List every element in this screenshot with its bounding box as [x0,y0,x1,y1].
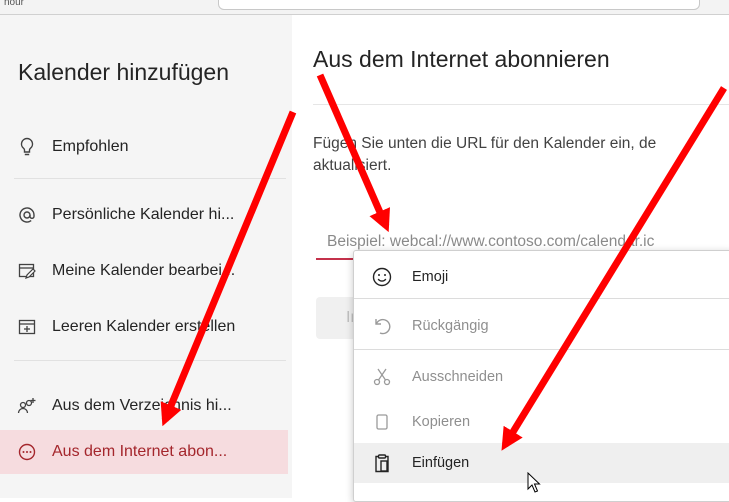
menu-item-copy[interactable]: Kopieren [354,402,729,442]
nav-item-meine-kalender[interactable]: Meine Kalender bearbei... [0,249,288,293]
page-title: Aus dem Internet abonnieren [313,46,610,72]
nav-divider [14,360,286,361]
context-menu: Emoji Rückgängig Ausschneiden Kopieren E… [353,250,729,502]
menu-item-paste[interactable]: Einfügen [354,443,729,483]
nav-item-persoenliche-kalender[interactable]: Persönliche Kalender hi... [0,193,288,237]
paste-icon [371,452,393,474]
lightbulb-icon [17,137,37,157]
undo-icon [371,315,393,337]
emoji-icon [371,266,393,288]
nav-item-label: Empfohlen [52,138,129,155]
address-bar[interactable] [218,0,700,10]
copy-icon [371,411,393,433]
menu-item-label: Kopieren [412,414,471,430]
window-fragment-text: nour [4,0,25,8]
menu-item-emoji[interactable]: Emoji [354,257,729,297]
nav-item-label: Aus dem Verzeichnis hi... [52,397,232,414]
menu-separator [354,349,729,350]
description-text: Fügen Sie unten die URL für den Kalender… [313,133,729,177]
nav-item-empfohlen[interactable]: Empfohlen [0,125,288,169]
edit-calendar-icon [17,261,37,281]
menu-item-label: Ausschneiden [412,369,504,385]
nav-item-leeren-kalender[interactable]: Leeren Kalender erstellen [0,305,288,349]
menu-item-label: Einfügen [412,455,470,471]
calendar-add-icon [17,317,37,337]
nav-divider [14,178,286,179]
panel-title: Kalender hinzufügen [18,59,229,85]
menu-item-undo[interactable]: Rückgängig [354,306,729,346]
add-calendar-panel: Kalender hinzufügen Empfohlen Persönlich… [0,15,292,498]
menu-item-label: Rückgängig [412,318,489,334]
at-sign-icon [17,205,37,225]
more-circle-icon [17,442,37,462]
description-line-1: Fügen Sie unten die URL für den Kalender… [313,135,657,152]
mouse-cursor-icon [527,472,541,493]
window-top-strip: nour [0,0,729,15]
people-add-icon [17,396,37,416]
nav-item-internet-abonnieren[interactable]: Aus dem Internet abon... [0,430,288,474]
title-divider [313,104,729,105]
nav-item-label: Aus dem Internet abon... [52,443,228,460]
menu-item-label: Emoji [412,269,449,285]
nav-item-label: Leeren Kalender erstellen [52,318,236,335]
nav-item-verzeichnis[interactable]: Aus dem Verzeichnis hi... [0,384,288,428]
nav-item-label: Persönliche Kalender hi... [52,206,235,223]
menu-item-cut[interactable]: Ausschneiden [354,357,729,397]
menu-separator [354,298,729,299]
cut-icon [371,366,393,388]
nav-item-label: Meine Kalender bearbei... [52,262,236,279]
description-line-2: aktualisiert. [313,157,392,174]
